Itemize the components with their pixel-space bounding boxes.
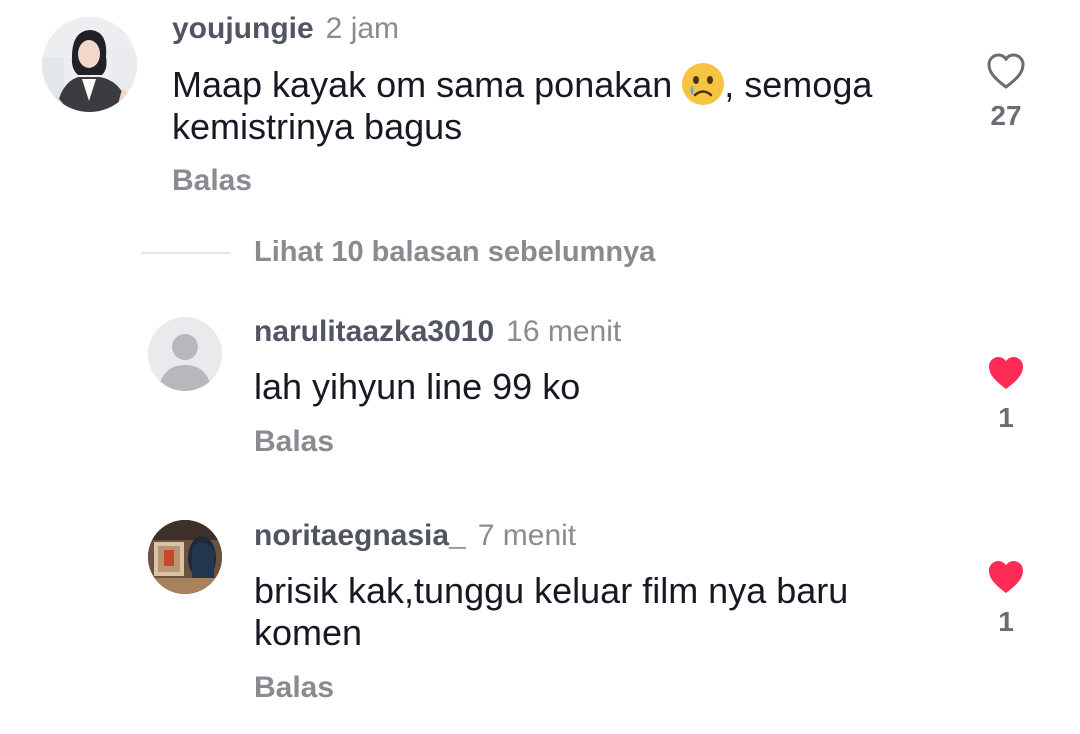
avatar[interactable] — [148, 317, 222, 391]
comment-text: brisik kak,tunggu keluar film nya baru k… — [254, 570, 849, 653]
avatar[interactable] — [42, 17, 137, 112]
heart-filled-icon — [989, 561, 1023, 593]
comment-meta: noritaegnasia_ 7 menit — [254, 519, 576, 553]
timestamp: 16 menit — [506, 315, 622, 348]
default-avatar-icon — [148, 317, 222, 391]
heart-filled-icon — [989, 357, 1023, 389]
view-more-replies-button[interactable]: Lihat 10 balasan sebelumnya — [254, 236, 655, 269]
avatar-photo — [148, 520, 222, 594]
comment-text-part: Maap kayak om sama ponakan — [172, 64, 683, 105]
timestamp: 7 menit — [477, 519, 577, 552]
like-button[interactable]: 1 — [976, 558, 1036, 638]
like-count: 1 — [998, 402, 1014, 433]
comment-meta: narulitaazka3010 16 menit — [254, 315, 621, 349]
username[interactable]: youjungie — [172, 12, 314, 45]
heart-outline-icon — [987, 53, 1025, 89]
crying-face-emoji-icon — [682, 63, 725, 105]
reply-button[interactable]: Balas — [254, 671, 334, 705]
like-button[interactable]: 27 — [976, 52, 1036, 132]
username[interactable]: narulitaazka3010 — [254, 315, 494, 348]
like-count: 1 — [998, 606, 1014, 637]
like-count: 27 — [990, 100, 1022, 131]
comment-meta: youjungie 2 jam — [172, 12, 399, 46]
divider — [142, 252, 230, 254]
comment-thread: youjungie 2 jam Maap kayak om sama ponaka… — [0, 0, 1080, 734]
comment-text: Maap kayak om sama ponakan , semoga kemi… — [172, 63, 932, 148]
timestamp: 2 jam — [325, 12, 400, 45]
like-button[interactable]: 1 — [976, 354, 1036, 434]
reply-button[interactable]: Balas — [172, 164, 252, 198]
username[interactable]: noritaegnasia_ — [254, 519, 466, 552]
comment-text: lah yihyun line 99 ko — [254, 366, 581, 407]
reply-button[interactable]: Balas — [254, 425, 334, 459]
avatar[interactable] — [148, 520, 222, 594]
avatar-photo — [42, 17, 137, 112]
